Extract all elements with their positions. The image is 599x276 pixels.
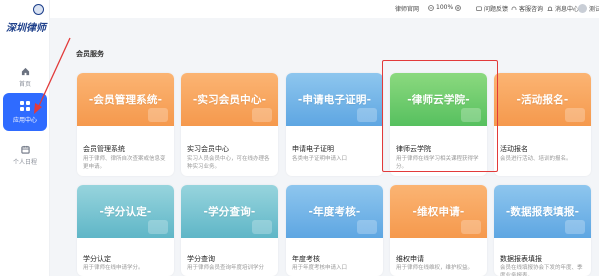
banner-decoration-icon [357,220,377,234]
brand-name: 深圳律师 [6,23,46,34]
card-desc: 用于律师在线学习相关课程获得学分。 [396,156,479,170]
card-title: 维权申请 [396,255,424,263]
banner-decoration-icon [252,220,272,234]
card-title: 学分查询 [187,255,215,263]
card-desc: 用于律师在线维权，维护权益。 [396,265,474,271]
customer-service-link[interactable]: 客服咨询 [511,4,543,13]
card-banner: -年度考核- [286,185,383,238]
avatar [578,4,587,13]
user-menu[interactable]: 测试律师 [578,4,599,13]
app-card-annual-review[interactable]: -年度考核- 年度考核 用于年度考核申请入口 [286,185,383,276]
main-content: 会员服务 -会员管理系统- 会员管理系统 用于律师、律所自次查案或信息变更申请。… [50,18,599,276]
app-card-member-system[interactable]: -会员管理系统- 会员管理系统 用于律师、律所自次查案或信息变更申请。 [77,73,174,176]
banner-decoration-icon [252,108,272,122]
app-card-intern-center[interactable]: -实习会员中心- 实习会员中心 实习人员会员中心，可在线办理各种实习业务。 [181,73,278,176]
app-card-event-signup[interactable]: -活动报名- 活动报名 会员进行活动、培训的报名。 [494,73,591,176]
bell-icon [547,6,553,11]
card-title: 数据报表填报 [500,255,542,263]
calendar-icon [20,145,30,154]
top-bar: 律师官网 100% 问题反馈 客服咨询 消息中心 测试律师 [50,0,599,18]
card-desc: 用于律师在线申请学分。 [83,265,144,271]
banner-decoration-icon [461,108,481,122]
nav-item-label: 应用中心 [12,117,37,124]
nav-item-label: 个人日程 [12,158,37,166]
banner-decoration-icon [148,108,168,122]
home-icon [21,67,29,75]
headset-icon [511,6,517,10]
banner-decoration-icon [565,108,585,122]
banner-decoration-icon [357,108,377,122]
card-desc: 各类电子证明申请入口 [292,156,348,162]
app-card-credit-query[interactable]: -学分查询- 学分查询 用于律师会员查询年度培训学分 [181,185,278,276]
card-banner: -实习会员中心- [181,73,278,126]
message-center-link[interactable]: 消息中心 [547,4,579,13]
card-title: 实习会员中心 [187,145,229,153]
annotation-arrow-icon [34,37,71,114]
card-desc: 用于年度考核申请入口 [292,265,348,271]
card-desc: 实习人员会员中心，可在线办理各种实习业务。 [187,156,270,170]
brand-logo[interactable]: 深圳律师 [3,4,49,40]
banner-decoration-icon [148,220,168,234]
app-card-data-report[interactable]: -数据报表填报- 数据报表填报 会员在线填报协会下发的年度、季度业务报表。 [494,185,591,276]
nav-item-log[interactable]: 个人日程 [3,136,47,174]
card-title: 学分认定 [83,255,111,263]
zoom-in-icon [455,4,462,11]
card-desc: 用于律师、律所自次查案或信息变更申请。 [83,156,166,170]
banner-decoration-icon [461,220,481,234]
card-banner: -会员管理系统- [77,73,174,126]
card-banner: -维权申请- [390,185,487,238]
card-title: 会员管理系统 [83,145,125,153]
seal-icon [32,4,44,15]
section-title: 会员服务 [76,50,104,58]
card-title: 申请电子证明 [292,145,334,153]
app-card-cloud-academy[interactable]: -律师云学院- 律师云学院 用于律师在线学习相关课程获得学分。 [390,73,487,176]
card-banner: -学分查询- [181,185,278,238]
official-site-link[interactable]: 律师官网 [395,4,419,13]
card-banner: -申请电子证明- [286,73,383,126]
app-card-credit-recognition[interactable]: -学分认定- 学分认定 用于律师在线申请学分。 [77,185,174,276]
banner-decoration-icon [565,220,585,234]
card-desc: 会员进行活动、培训的报名。 [500,156,572,162]
feedback-link[interactable]: 问题反馈 [476,4,508,13]
app-card-rights-protection[interactable]: -维权申请- 维权申请 用于律师在线维权，维护权益。 [390,185,487,276]
feedback-icon [476,5,482,11]
card-banner: -数据报表填报- [494,185,591,238]
zoom-control[interactable]: 100% [428,4,463,11]
card-banner: -学分认定- [77,185,174,238]
card-title: 年度考核 [292,255,320,263]
zoom-level: 100% [436,4,454,11]
app-card-e-certificate[interactable]: -申请电子证明- 申请电子证明 各类电子证明申请入口 [286,73,383,176]
card-title: 活动报名 [500,145,528,153]
card-desc: 会员在线填报协会下发的年度、季度业务报表。 [500,265,583,276]
card-banner: -活动报名- [494,73,591,126]
card-banner: -律师云学院- [390,73,487,126]
card-desc: 用于律师会员查询年度培训学分 [187,265,265,271]
zoom-out-icon [428,4,434,11]
card-title: 律师云学院 [396,145,431,153]
